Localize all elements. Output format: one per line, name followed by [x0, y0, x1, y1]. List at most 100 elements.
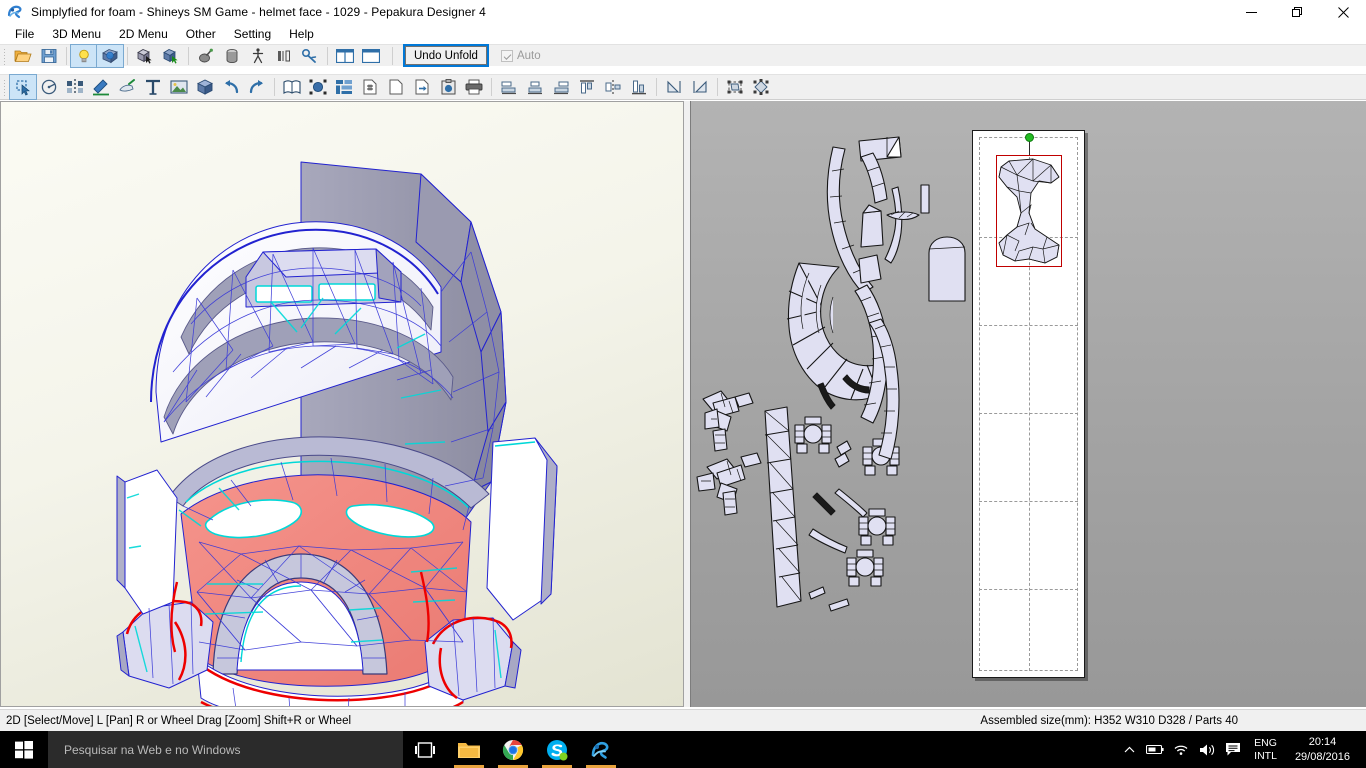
selection-bounding-box[interactable]: [996, 155, 1062, 267]
part-cluster: [794, 416, 832, 454]
task-view-icon[interactable]: [403, 731, 447, 768]
export-page-icon[interactable]: [409, 75, 435, 99]
minimize-button[interactable]: [1228, 0, 1274, 24]
split-view-icon[interactable]: [332, 45, 358, 67]
paint-bucket-icon[interactable]: [193, 45, 219, 67]
pepakura-icon: [7, 4, 24, 21]
menu-bar: File 3D Menu 2D Menu Other Setting Help: [0, 24, 1366, 44]
paper-page[interactable]: [972, 130, 1085, 678]
align-middle-icon[interactable]: [600, 75, 626, 99]
select-group-icon[interactable]: [158, 45, 184, 67]
open-file-icon[interactable]: [10, 45, 36, 67]
cylinder-icon[interactable]: [219, 45, 245, 67]
part-piece: [808, 528, 848, 554]
3d-model-viewport[interactable]: [0, 101, 684, 707]
part-piece: [812, 492, 836, 516]
part-piece: [817, 382, 836, 410]
wifi-icon[interactable]: [1168, 731, 1194, 768]
window-title: Simplyfied for foam - Shineys SM Game - …: [31, 5, 486, 19]
auto-checkbox-group[interactable]: Auto: [500, 49, 541, 62]
flip-vertical-icon[interactable]: [687, 75, 713, 99]
toolbar-grip[interactable]: [2, 46, 8, 65]
person-scale-icon[interactable]: [245, 45, 271, 67]
single-view-icon[interactable]: [358, 45, 384, 67]
redo-icon[interactable]: [244, 75, 270, 99]
file-explorer-icon[interactable]: [447, 731, 491, 768]
edit-line-icon[interactable]: [88, 75, 114, 99]
align-top-icon[interactable]: [574, 75, 600, 99]
print-icon[interactable]: [461, 75, 487, 99]
select-move-icon[interactable]: [9, 74, 37, 100]
toolbar-separator: [656, 78, 657, 96]
auto-label: Auto: [516, 49, 541, 62]
undo-icon[interactable]: [218, 75, 244, 99]
pepakura-window: Simplyfied for foam - Shineys SM Game - …: [0, 0, 1366, 768]
search-input[interactable]: Pesquisar na Web e no Windows: [48, 731, 403, 768]
pepakura-taskbar-icon[interactable]: [579, 731, 623, 768]
align-right-icon[interactable]: [548, 75, 574, 99]
part-piece: [858, 254, 882, 284]
rotation-handle[interactable]: [1025, 133, 1034, 142]
part-cluster: [846, 549, 884, 587]
undo-unfold-button[interactable]: Undo Unfold: [403, 44, 489, 67]
join-disjoin-icon[interactable]: [297, 45, 323, 67]
toolbar-grip[interactable]: [2, 78, 8, 96]
align-bottom-icon[interactable]: [626, 75, 652, 99]
split-part-icon[interactable]: [62, 75, 88, 99]
3d-helmet-model: [116, 161, 558, 706]
fit-parts-icon[interactable]: [305, 75, 331, 99]
skype-icon[interactable]: [535, 731, 579, 768]
align-center-icon[interactable]: [522, 75, 548, 99]
undo-unfold-group: Undo Unfold Auto: [403, 44, 541, 67]
image-tool-icon[interactable]: [166, 75, 192, 99]
show-desktop-button[interactable]: [1360, 731, 1366, 768]
part-piece: [928, 236, 966, 302]
chrome-icon[interactable]: [491, 731, 535, 768]
bounding-box-icon[interactable]: [722, 75, 748, 99]
volume-icon[interactable]: [1194, 731, 1220, 768]
start-button[interactable]: [0, 731, 48, 768]
erase-line-icon[interactable]: [114, 75, 140, 99]
menu-help[interactable]: Help: [280, 25, 323, 43]
menu-file[interactable]: File: [6, 25, 43, 43]
2d-pattern-viewport[interactable]: [690, 101, 1366, 707]
close-button[interactable]: [1320, 0, 1366, 24]
align-left-icon[interactable]: [496, 75, 522, 99]
arrange-parts-icon[interactable]: [331, 75, 357, 99]
rotate-icon[interactable]: [36, 75, 62, 99]
select-face-icon[interactable]: [132, 45, 158, 67]
battery-icon[interactable]: [1142, 731, 1168, 768]
clock-date: 29/08/2016: [1294, 750, 1350, 763]
menu-setting[interactable]: Setting: [225, 25, 280, 43]
text-tool-icon[interactable]: [140, 75, 166, 99]
add-page-icon[interactable]: [357, 75, 383, 99]
part-piece: [826, 146, 874, 294]
system-tray: ENG INTL 20:14 29/08/2016: [1116, 731, 1366, 768]
flip-horizontal-icon[interactable]: [661, 75, 687, 99]
language-indicator[interactable]: ENG INTL: [1246, 737, 1285, 763]
action-center-icon[interactable]: [1220, 731, 1246, 768]
part-cluster: [862, 438, 900, 476]
menu-other[interactable]: Other: [177, 25, 225, 43]
main-toolbar: Undo Unfold Auto: [0, 43, 1366, 68]
status-hint: 2D [Select/Move] L [Pan] R or Wheel Drag…: [6, 714, 352, 727]
menu-3d[interactable]: 3D Menu: [43, 25, 110, 43]
save-file-icon[interactable]: [36, 45, 62, 67]
menu-2d[interactable]: 2D Menu: [110, 25, 177, 43]
transform-handles-icon[interactable]: [748, 75, 774, 99]
texture-sphere-icon[interactable]: [96, 43, 124, 68]
clock[interactable]: 20:14 29/08/2016: [1285, 735, 1360, 765]
auto-checkbox[interactable]: [500, 49, 513, 62]
page-prev-icon[interactable]: [383, 75, 409, 99]
language-line2: INTL: [1254, 749, 1277, 762]
3d-box-icon[interactable]: [192, 75, 218, 99]
show-hidden-icons-chevron-icon[interactable]: [1116, 731, 1142, 768]
edit-toolbar: [0, 74, 1366, 100]
part-piece: [836, 440, 852, 456]
page-layout-icon[interactable]: [279, 75, 305, 99]
clipboard-icon[interactable]: [435, 75, 461, 99]
assembled-size-info: Assembled size(mm): H352 W310 D328 / Par…: [980, 714, 1238, 727]
flap-icon[interactable]: [271, 45, 297, 67]
lightbulb-icon[interactable]: [70, 43, 98, 68]
maximize-button[interactable]: [1274, 0, 1320, 24]
